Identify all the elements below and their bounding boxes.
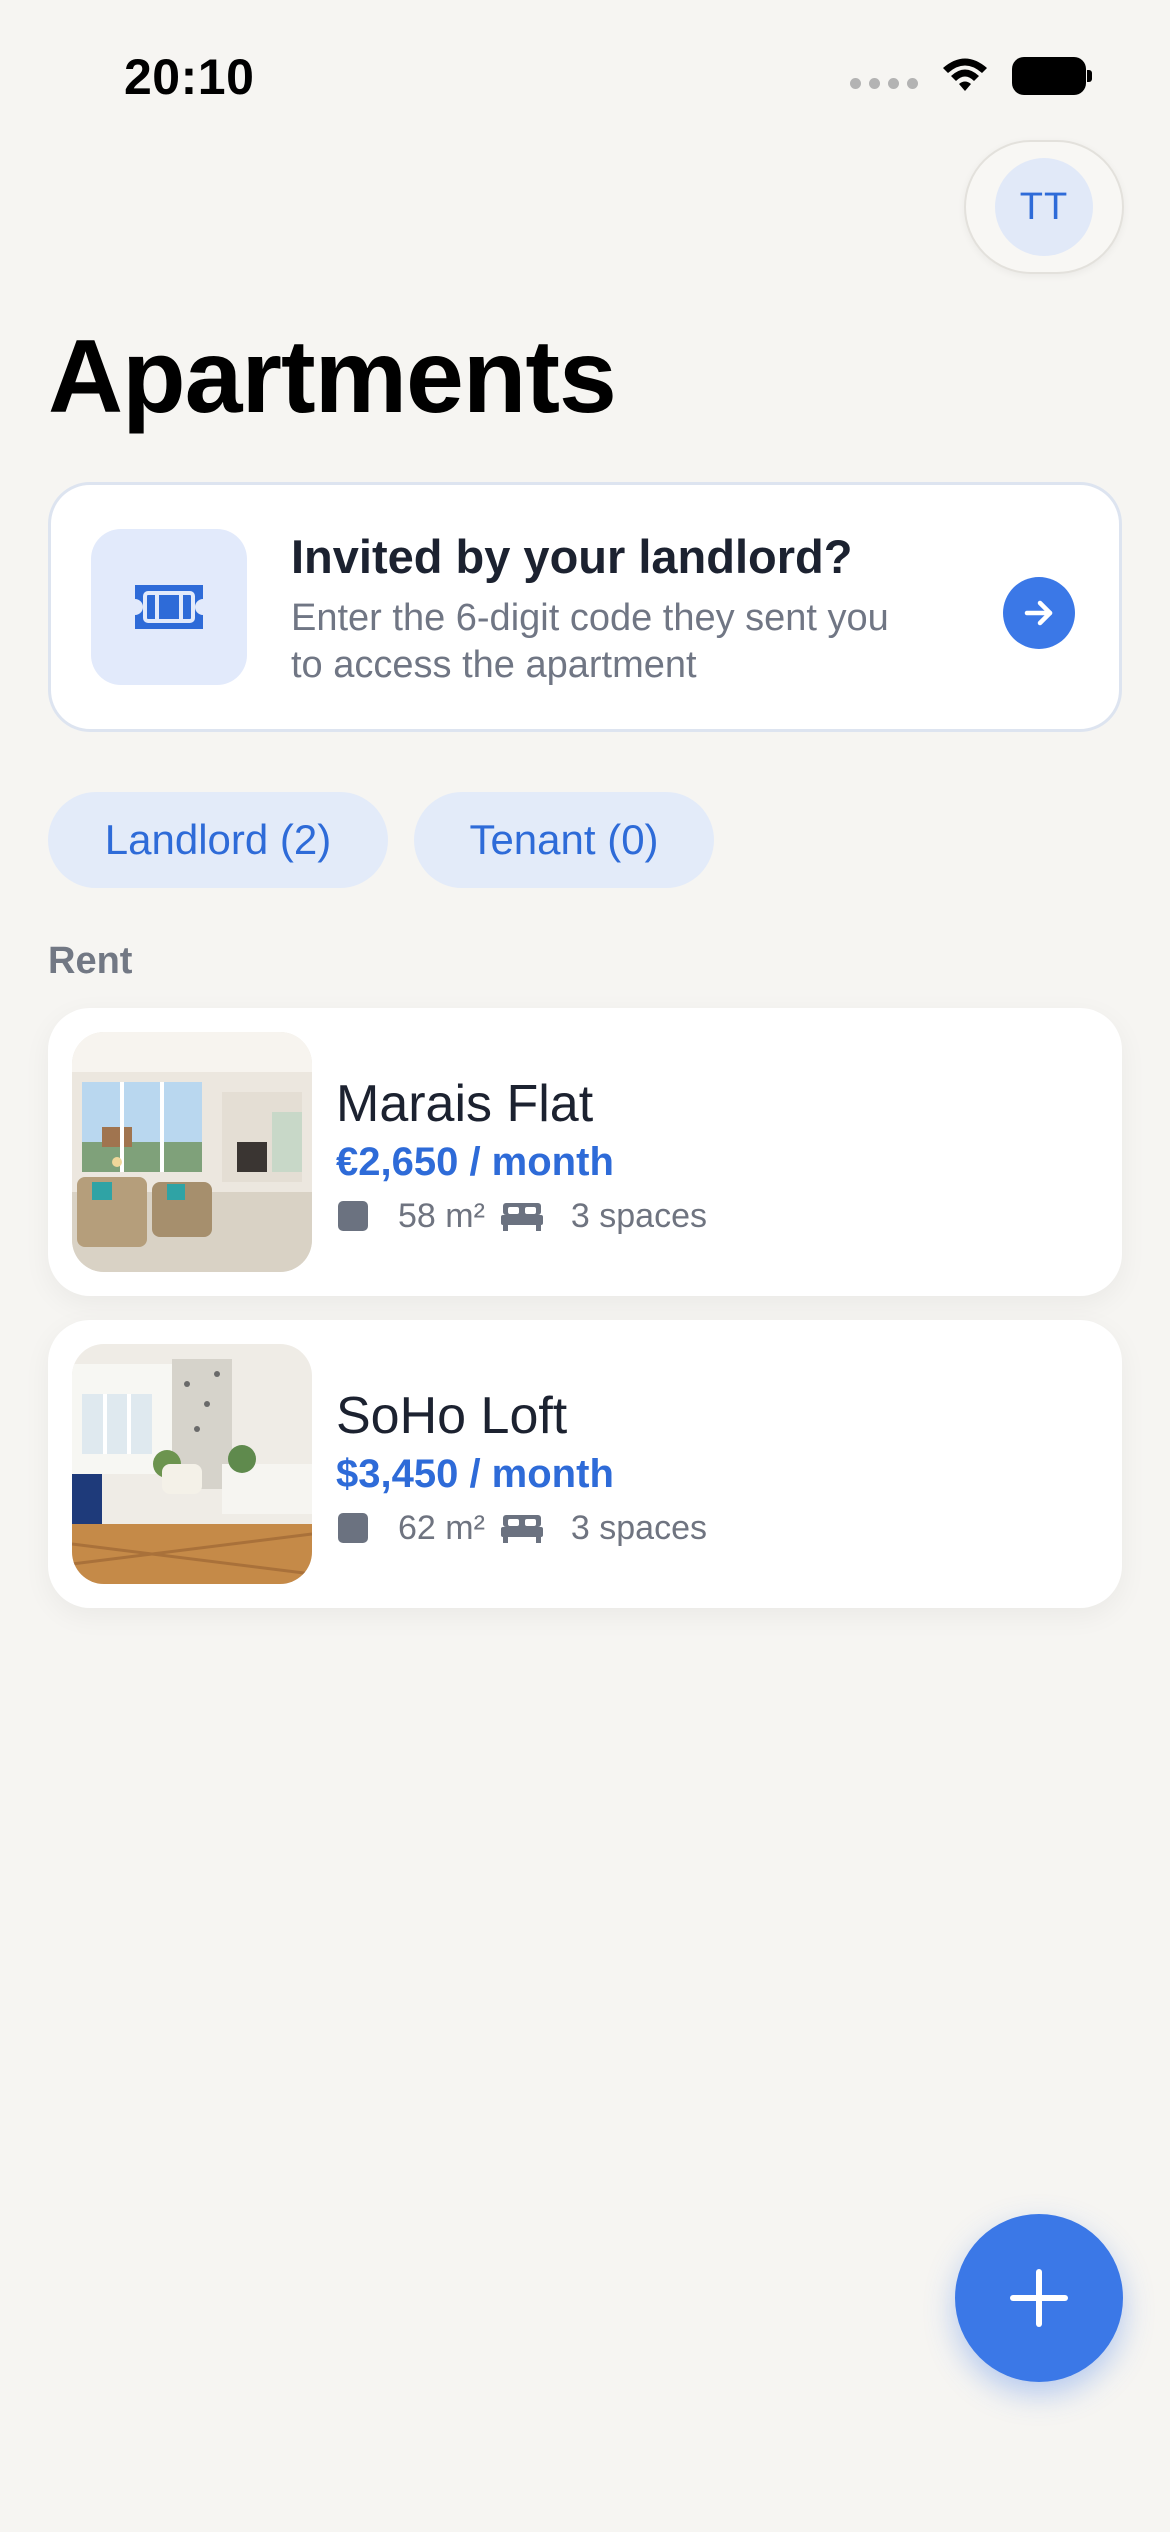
apartments-screen: 20:10 TT Apartments Invited by your land… xyxy=(0,0,1170,2532)
apartment-photo xyxy=(72,1344,312,1584)
filter-chip-tenant[interactable]: Tenant (0) xyxy=(414,792,714,888)
profile-button[interactable]: TT xyxy=(964,140,1124,274)
apartment-spaces: 3 spaces xyxy=(570,1196,708,1235)
ticket-icon xyxy=(135,585,203,629)
wifi-icon xyxy=(943,58,987,91)
arrow-right-icon xyxy=(1024,600,1053,626)
page-title: Apartments xyxy=(48,319,617,435)
section-label-rent: Rent xyxy=(48,940,133,982)
add-apartment-button[interactable] xyxy=(955,2214,1123,2382)
bed-icon xyxy=(500,1203,543,1231)
apartment-price: $3,450 / month xyxy=(336,1452,614,1496)
invite-continue-button[interactable] xyxy=(1003,577,1075,649)
apartment-photo xyxy=(72,1032,312,1272)
apartment-spaces: 3 spaces xyxy=(570,1508,708,1547)
status-indicators xyxy=(850,56,1092,96)
plus-icon xyxy=(1010,2269,1068,2327)
apartment-area: 58 m² xyxy=(398,1196,485,1235)
filter-chip-landlord[interactable]: Landlord (2) xyxy=(48,792,388,888)
area-icon xyxy=(338,1513,368,1543)
apartment-details: 62 m² 3 spaces xyxy=(338,1508,707,1548)
invite-card-title: Invited by your landlord? xyxy=(291,530,853,583)
invite-card-subtitle: Enter the 6-digit code they sent you to … xyxy=(291,597,889,686)
apartment-name: SoHo Loft xyxy=(336,1387,568,1445)
apartment-price: €2,650 / month xyxy=(336,1140,614,1184)
status-time: 20:10 xyxy=(124,49,255,105)
apartment-details: 58 m² 3 spaces xyxy=(338,1196,707,1236)
apartment-name: Marais Flat xyxy=(336,1075,594,1133)
battery-icon xyxy=(1012,57,1092,95)
cellular-signal-icon xyxy=(850,77,918,89)
apartment-card[interactable]: SoHo Loft $3,450 / month 62 m² 3 spaces xyxy=(48,1320,1122,1608)
ticket-icon-tile xyxy=(91,529,247,685)
bed-icon xyxy=(500,1515,543,1543)
avatar: TT xyxy=(995,158,1093,256)
area-icon xyxy=(338,1201,368,1231)
apartment-area: 62 m² xyxy=(398,1508,485,1547)
apartment-card[interactable]: Marais Flat €2,650 / month 58 m² 3 space… xyxy=(48,1008,1122,1296)
invite-code-card[interactable]: Invited by your landlord? Enter the 6-di… xyxy=(48,482,1122,732)
